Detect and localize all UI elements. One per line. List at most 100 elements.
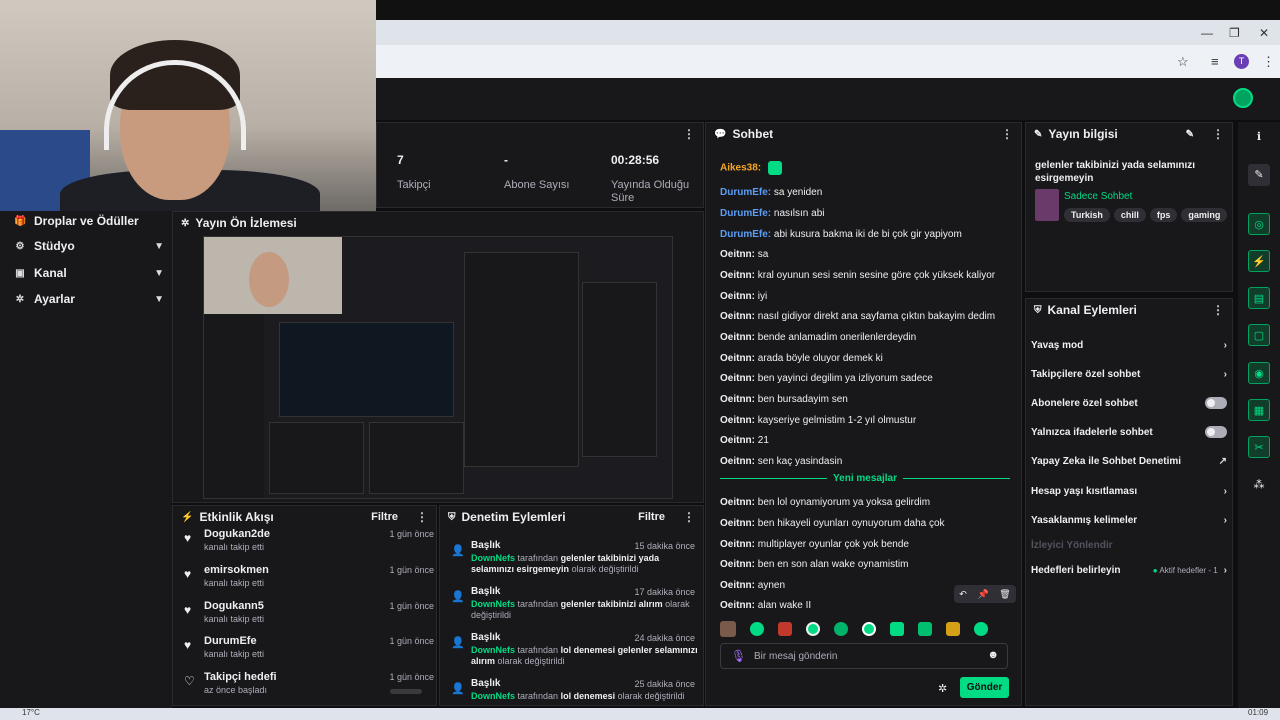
chat-username[interactable]: DurumEfe:	[720, 229, 771, 240]
emote-icon[interactable]	[720, 621, 736, 637]
emote-icon[interactable]	[834, 622, 848, 636]
chat-text: kral oyunun sesi senin sesine göre çok y…	[757, 270, 996, 281]
mod-filter-button[interactable]: Filtre	[638, 511, 665, 523]
send-button[interactable]: Gönder	[960, 677, 1009, 698]
target-icon[interactable]: ◎	[1248, 213, 1270, 235]
chat-icon[interactable]: ▢	[1248, 324, 1270, 346]
emoji-icon[interactable]: ☻	[987, 649, 999, 661]
emote-icon[interactable]	[918, 622, 932, 636]
action-emote-only[interactable]: Yalnızca ifadelerle sohbet	[1031, 423, 1227, 441]
chat-username[interactable]: Oeitnn:	[720, 580, 755, 591]
chat-username[interactable]: Oeitnn:	[720, 291, 755, 302]
bookmark-star-icon[interactable]: ☆	[1177, 54, 1189, 70]
emote-icon[interactable]	[946, 622, 960, 636]
chat-username[interactable]: Oeitnn:	[720, 332, 755, 343]
media-queue-icon[interactable]: ≡	[1211, 54, 1219, 69]
chevron-right-icon: ›	[1223, 564, 1227, 576]
tag[interactable]: Turkish	[1064, 208, 1110, 222]
nav-drops-rewards[interactable]: 🎁 Droplar ve Ödüller	[14, 211, 164, 231]
gear-icon[interactable]: ✲	[938, 682, 947, 695]
profile-avatar[interactable]: T	[1234, 54, 1249, 69]
heart-icon: ♥	[184, 567, 192, 581]
chat-message: Oeitnn: iyi	[720, 291, 767, 302]
emote-only-toggle[interactable]	[1205, 426, 1227, 438]
kebab-menu-icon[interactable]: ⋮	[683, 127, 695, 141]
emote-icon[interactable]	[778, 622, 792, 636]
chat-username[interactable]: Oeitnn:	[720, 456, 755, 467]
chat-username[interactable]: Oeitnn:	[720, 249, 755, 260]
action-subscribers-only[interactable]: Abonelere özel sohbet	[1031, 394, 1227, 412]
chat-username[interactable]: Oeitnn:	[720, 559, 755, 570]
emote-icon[interactable]	[890, 622, 904, 636]
weather-text: 17°C	[22, 708, 40, 717]
user-avatar[interactable]	[1233, 88, 1253, 108]
tag[interactable]: gaming	[1181, 208, 1228, 222]
kebab-menu-icon[interactable]: ⋮	[1001, 127, 1013, 141]
action-banned-words[interactable]: Yasaklanmış kelimeler ›	[1031, 511, 1227, 529]
chat-username[interactable]: Oeitnn:	[720, 539, 755, 550]
delete-icon[interactable]: 🗑	[999, 589, 1010, 600]
chat-username[interactable]: Oeitnn:	[720, 518, 755, 529]
chat-username[interactable]: Oeitnn:	[720, 415, 755, 426]
kebab-menu-icon[interactable]: ⋮	[1212, 303, 1224, 317]
chat-username[interactable]: Oeitnn:	[720, 311, 755, 322]
chat-username[interactable]: Oeitnn:	[720, 373, 755, 384]
preview-video[interactable]	[203, 236, 673, 499]
chat-username[interactable]: Oeitnn:	[720, 394, 755, 405]
broadcast-icon[interactable]: ◉	[1248, 362, 1270, 384]
kebab-menu-icon[interactable]: ⋮	[416, 510, 428, 524]
os-taskbar: 17°C 01:09	[0, 708, 1280, 720]
emote-icon[interactable]	[750, 622, 764, 636]
chat-input[interactable]: 🎙 Bir mesaj gönderin ☻	[720, 643, 1008, 669]
lightning-icon[interactable]: ⚡	[1248, 250, 1270, 272]
tag[interactable]: fps	[1149, 208, 1178, 222]
store-icon[interactable]: ▦	[1248, 399, 1270, 421]
chat-username[interactable]: Oeitnn:	[720, 435, 755, 446]
document-icon[interactable]: ▤	[1248, 287, 1270, 309]
subscribers-only-toggle[interactable]	[1205, 397, 1227, 409]
stat-uptime: 00:28:56 Yayında Olduğu Süre	[611, 153, 690, 204]
wrench-icon[interactable]: ✂	[1248, 436, 1270, 458]
edit-icon[interactable]: ✎	[1186, 129, 1194, 140]
chat-username[interactable]: Oeitnn:	[720, 600, 755, 611]
chat-text: ben hikayeli oyunları oynuyorum daha çok	[757, 518, 945, 529]
address-bar[interactable]	[376, 45, 1280, 78]
minimize-icon[interactable]: —	[1201, 26, 1213, 40]
action-ai-moderation[interactable]: Yapay Zeka ile Sohbet Denetimi ↗	[1031, 452, 1227, 470]
nav-settings[interactable]: ✲ Ayarlar ▼	[14, 289, 164, 309]
emote-icon[interactable]	[974, 622, 988, 636]
emote-icon[interactable]	[862, 622, 876, 636]
browser-menu-icon[interactable]: ⋮	[1262, 54, 1275, 70]
kebab-menu-icon[interactable]: ⋮	[683, 510, 695, 524]
extensions-icon[interactable]: ⁂	[1248, 474, 1270, 496]
goal-progress-bar	[390, 689, 422, 694]
microphone-icon[interactable]: 🎙	[731, 649, 746, 663]
reply-icon[interactable]: ↶	[959, 589, 967, 600]
action-followers-only[interactable]: Takipçilere özel sohbet ›	[1031, 365, 1227, 383]
nav-channel[interactable]: ▣ Kanal ▼	[14, 263, 164, 283]
chat-username[interactable]: DurumEfe:	[720, 208, 771, 219]
pencil-icon[interactable]: ✎	[1248, 164, 1270, 186]
window-top-strip	[376, 0, 1280, 20]
kebab-menu-icon[interactable]: ⋮	[1212, 127, 1224, 141]
pin-icon[interactable]: 📌	[977, 589, 988, 600]
restore-icon[interactable]: ❐	[1229, 26, 1240, 40]
tag[interactable]: chill	[1113, 208, 1146, 222]
nav-studio[interactable]: ⚙ Stüdyo ▼	[14, 236, 164, 256]
chat-username[interactable]: DurumEfe:	[720, 187, 771, 198]
action-slow-mode[interactable]: Yavaş mod ›	[1031, 336, 1227, 354]
info-icon[interactable]: ℹ	[1248, 126, 1270, 148]
category-name[interactable]: Sadece Sohbet	[1064, 191, 1132, 202]
chat-username[interactable]: Oeitnn:	[720, 270, 755, 281]
chat-username[interactable]: Aikes38:	[720, 163, 761, 174]
action-goals[interactable]: Hedefleri belirleyin ● Aktif hedefler - 1…	[1031, 561, 1227, 579]
close-icon[interactable]: ✕	[1259, 26, 1269, 40]
chat-panel: 💬 Sohbet ⋮ Aikes38: DurumEfe: sa yeniden…	[705, 122, 1022, 706]
action-account-age[interactable]: Hesap yaşı kısıtlaması ›	[1031, 482, 1227, 500]
chat-username[interactable]: Oeitnn:	[720, 353, 755, 364]
chat-message: Oeitnn: nasıl gidiyor direkt ana sayfama…	[720, 311, 995, 322]
chat-username[interactable]: Oeitnn:	[720, 497, 755, 508]
emote-icon[interactable]	[806, 622, 820, 636]
heart-icon: ♥	[184, 603, 192, 617]
activity-filter-button[interactable]: Filtre	[371, 511, 398, 523]
